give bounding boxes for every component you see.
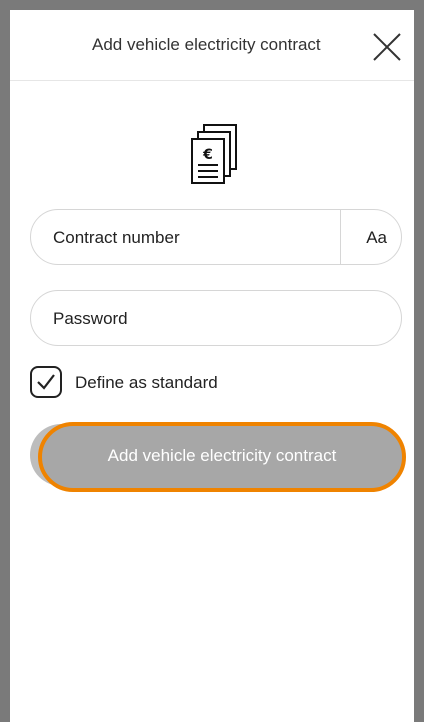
- password-placeholder: Password: [53, 309, 128, 328]
- euro-document-icon: €: [191, 124, 237, 184]
- define-standard-label: Define as standard: [75, 373, 218, 392]
- close-icon: [373, 33, 401, 61]
- contract-number-field[interactable]: Contract number Aa: [30, 209, 402, 265]
- dialog-title: Add vehicle electricity contract: [92, 35, 321, 54]
- checkmark-icon: [37, 374, 55, 390]
- contract-dialog: Add vehicle electricity contract € Contr…: [10, 10, 414, 722]
- field-divider: [340, 210, 341, 264]
- contract-number-placeholder: Contract number: [53, 228, 180, 247]
- dialog-header: Add vehicle electricity contract: [10, 10, 414, 81]
- add-contract-button[interactable]: Add vehicle electricity contract: [38, 422, 406, 492]
- password-field[interactable]: Password: [30, 290, 402, 346]
- keyboard-toggle-button[interactable]: Aa: [366, 228, 387, 248]
- svg-text:€: €: [202, 147, 213, 163]
- add-contract-button-label: Add vehicle electricity contract: [107, 446, 337, 465]
- close-button[interactable]: [370, 30, 404, 64]
- define-standard-checkbox[interactable]: [30, 366, 62, 398]
